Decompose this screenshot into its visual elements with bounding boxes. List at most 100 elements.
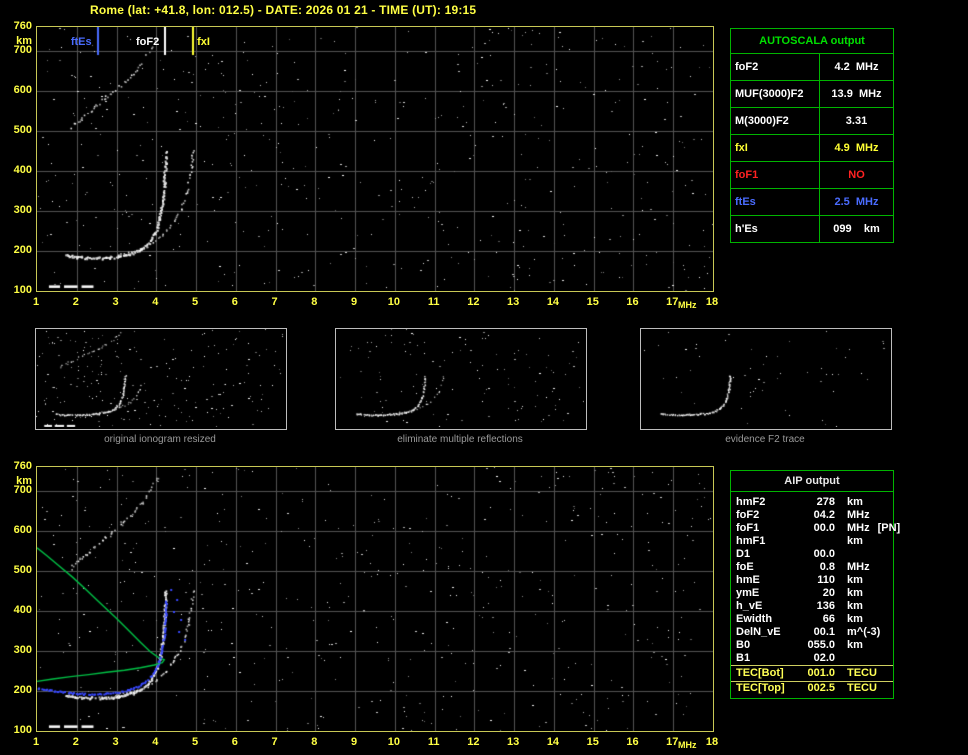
aip-row: foF2 04.2 MHz [731, 509, 893, 522]
x-tick-label: 9 [351, 736, 358, 748]
autoscala-row: foF1 NO [731, 162, 893, 189]
y-axis-unit: km [16, 475, 32, 487]
aip-row-unit: km [847, 600, 863, 612]
autoscala-row-value: 13.9 MHz [831, 88, 882, 100]
autoscala-row: M(3000)F2 3.31 [731, 108, 893, 135]
aip-row-label: ymE [736, 587, 760, 599]
y-tick-label: 500 [13, 564, 32, 576]
aip-row-unit: m^(-3) [847, 626, 881, 638]
aip-table: AIP output hmF2 278 km foF2 04.2 MHz foF1 00.0 M… [730, 470, 900, 699]
aip-row-value: 66 [822, 613, 835, 625]
aip-row: TEC[Top] 002.5 TECU [731, 682, 893, 695]
x-tick-label: 10 [387, 296, 400, 308]
ionogram-canvas-top [37, 27, 713, 291]
aip-row-unit: km [847, 535, 863, 547]
ionogram-canvas-bottom [37, 467, 713, 731]
aip-row: ymE 20 km [731, 587, 893, 600]
aip-row: TEC[Bot] 001.0 TECU [731, 665, 893, 682]
autoscala-row: fxI 4.9 MHz [731, 135, 893, 162]
y-tick-label: 200 [13, 244, 32, 256]
aip-row-label: D1 [736, 548, 751, 560]
y-tick-label: 400 [13, 164, 32, 176]
autoscala-row-label: fxI [731, 135, 820, 161]
x-tick-label: 18 [705, 736, 719, 748]
x-tick-label: 4 [152, 736, 159, 748]
marker-label-ftes: ftEs [70, 36, 92, 48]
autoscala-row-label: foF2 [731, 54, 820, 80]
autoscala-row-value: 4.2 MHz [834, 61, 879, 73]
aip-row-value: 110 [817, 574, 835, 586]
x-tick-label: 1 [32, 296, 40, 308]
x-tick-label: 13 [507, 296, 520, 308]
x-tick-label: 1 [32, 736, 40, 748]
autoscala-row-value: 4.9 MHz [834, 142, 879, 154]
autoscala-row-value: 2.5 MHz [834, 196, 879, 208]
aip-row-label: foF1 [736, 522, 760, 534]
aip-row: hmF1 km [731, 535, 893, 548]
thumbnail-caption-eliminate: eliminate multiple reflections [397, 434, 523, 445]
thumbnail-caption-evidence: evidence F2 trace [725, 434, 805, 445]
aip-row-value: 0.8 [819, 561, 835, 573]
autoscala-row-value: 099 km [833, 223, 880, 235]
aip-row-value: 00.0 [813, 522, 835, 534]
x-tick-label: 9 [351, 296, 358, 308]
x-tick-label: 5 [191, 296, 199, 308]
ionogram-plot-bottom [36, 466, 714, 732]
aip-row: hmE 110 km [731, 574, 893, 587]
x-tick-label: 11 [427, 736, 440, 748]
y-axis-unit: km [16, 35, 32, 47]
x-tick-label: 7 [271, 296, 278, 308]
x-tick-label: 14 [546, 296, 560, 308]
aip-row: foF1 00.0 MHz [PN] [731, 522, 900, 535]
aip-row-value: 04.2 [813, 509, 835, 521]
aip-row-value: 278 [816, 496, 835, 508]
aip-row-value: 02.0 [813, 652, 835, 664]
aip-row-unit: km [847, 639, 863, 651]
x-tick-label: 7 [271, 736, 278, 748]
autoscala-row-label: M(3000)F2 [731, 108, 820, 134]
aip-row-flag: [PN] [877, 522, 901, 534]
y-tick-label: 760 [13, 460, 32, 472]
x-tick-label: 14 [546, 736, 560, 748]
x-tick-label: 15 [586, 736, 599, 748]
aip-row-unit: TECU [847, 682, 877, 694]
aip-table-title: AIP output [731, 471, 893, 492]
aip-row-label: Ewidth [736, 613, 773, 625]
autoscala-row: h'Es 099 km [731, 216, 893, 242]
aip-row-label: DelN_vE [736, 626, 781, 638]
y-tick-label: 600 [13, 84, 32, 96]
x-tick-label: 11 [427, 296, 440, 308]
aip-row-value: 00.0 [813, 548, 835, 560]
x-tick-label: 12 [467, 296, 480, 308]
aip-row-value [798, 535, 835, 548]
y-tick-label: 500 [13, 124, 32, 136]
thumbnail-original-ionogram [35, 328, 287, 430]
x-tick-label: 15 [586, 296, 599, 308]
aip-row-label: hmF1 [736, 535, 766, 547]
thumbnail-evidence-f2 [640, 328, 892, 430]
x-axis-unit: MHz [678, 300, 697, 310]
aip-row-value: 00.1 [813, 626, 835, 638]
page-title: Rome (lat: +41.8, lon: 012.5) - DATE: 20… [90, 3, 477, 17]
y-tick-label: 300 [13, 644, 32, 656]
aip-row-label: foE [736, 561, 754, 573]
marker-label-fxi: fxI [197, 36, 210, 48]
autoscala-row-label: foF1 [731, 162, 820, 188]
autoscala-row-label: ftEs [731, 189, 820, 215]
autoscala-table-rows: foF2 4.2 MHz MUF(3000)F2 13.9 MHz M(3000)F2 3… [731, 54, 893, 242]
aip-row-label: B0 [736, 639, 751, 651]
x-tick-label: 8 [311, 736, 318, 748]
aip-row-label: hmF2 [736, 496, 766, 508]
aip-row-label: TEC[Bot] [736, 667, 784, 679]
x-tick-label: 16 [626, 736, 639, 748]
x-tick-label: 6 [231, 736, 238, 748]
x-tick-label: 8 [311, 296, 318, 308]
aip-row-label: h_vE [736, 600, 763, 612]
autoscala-row: ftEs 2.5 MHz [731, 189, 893, 216]
aip-table-rows: hmF2 278 km foF2 04.2 MHz foF1 00.0 MHz [PN] hmF1 k… [731, 496, 900, 695]
aip-row: Ewidth 66 km [731, 613, 893, 626]
aip-row: B1 02.0 [731, 652, 893, 665]
aip-row-value: 001.0 [807, 667, 835, 679]
x-tick-label: 18 [705, 296, 719, 308]
aip-row-value: 002.5 [807, 682, 835, 694]
